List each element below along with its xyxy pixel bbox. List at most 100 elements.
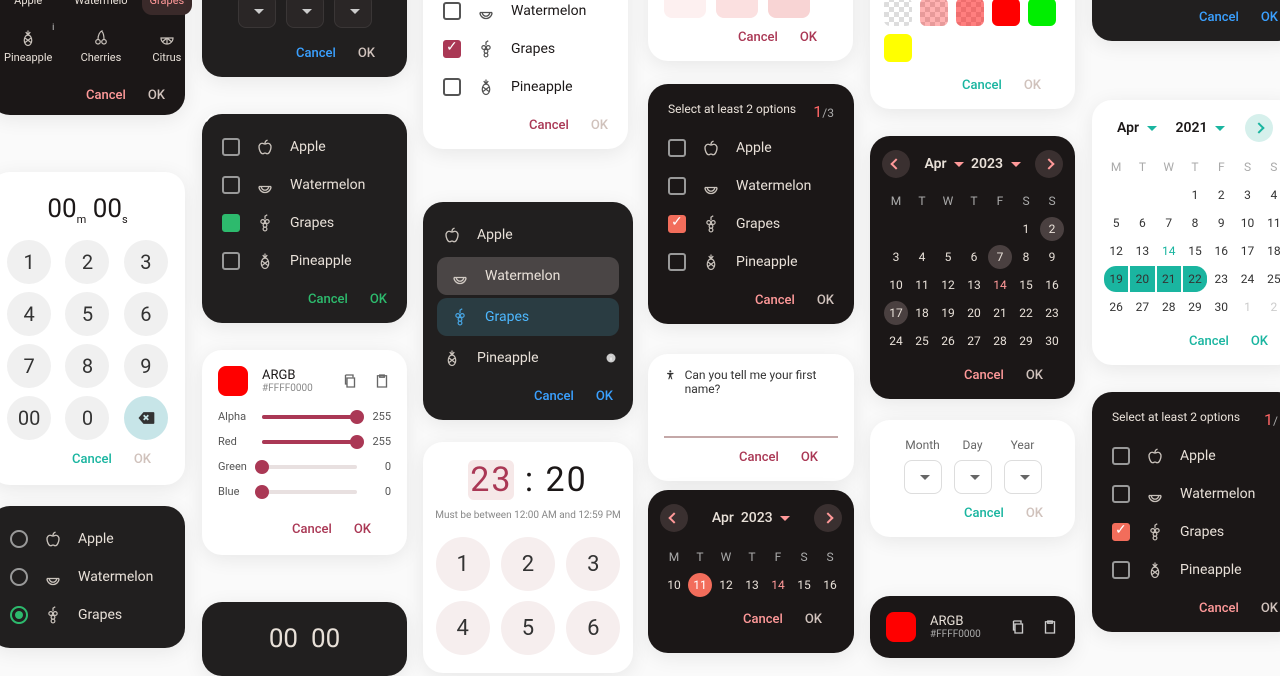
radio-watermelon[interactable]: Watermelon bbox=[0, 558, 185, 596]
prev-month[interactable] bbox=[660, 504, 688, 532]
item-grapes[interactable]: Grapes bbox=[437, 298, 619, 336]
radio-grapes[interactable]: Grapes bbox=[0, 596, 185, 634]
ok-button[interactable]: OK bbox=[370, 292, 387, 307]
day-select[interactable] bbox=[954, 460, 992, 494]
chk-grapes[interactable]: Grapes bbox=[1092, 513, 1280, 551]
cancel-button[interactable]: Cancel bbox=[739, 450, 779, 465]
ok-button[interactable]: OK bbox=[817, 293, 834, 308]
ok-button[interactable]: OK bbox=[354, 522, 371, 537]
cancel-button[interactable]: Cancel bbox=[962, 78, 1002, 93]
year-select[interactable] bbox=[1004, 460, 1042, 494]
cancel-button[interactable]: Cancel bbox=[308, 292, 348, 307]
swatch[interactable] bbox=[664, 0, 706, 18]
chk-apple[interactable]: Apple bbox=[202, 128, 407, 166]
cancel-button[interactable]: Cancel bbox=[738, 30, 778, 45]
fruit-watermelon[interactable]: Watermelo bbox=[66, 0, 135, 15]
ok-button[interactable]: OK bbox=[591, 118, 608, 133]
chk-apple[interactable]: Apple bbox=[648, 129, 854, 167]
paste-icon[interactable] bbox=[373, 372, 391, 390]
fruit-pineapple[interactable]: iPineapple bbox=[0, 21, 60, 72]
text-input[interactable] bbox=[664, 404, 838, 438]
item-watermelon[interactable]: Watermelon bbox=[437, 257, 619, 295]
key-3[interactable]: 3 bbox=[124, 240, 168, 284]
prev-month[interactable] bbox=[882, 150, 910, 178]
red-slider[interactable] bbox=[262, 440, 357, 444]
ok-button[interactable]: OK bbox=[358, 46, 375, 61]
cancel-button[interactable]: Cancel bbox=[296, 46, 336, 61]
ok-button[interactable]: OK bbox=[1261, 601, 1278, 616]
key-4[interactable]: 4 bbox=[7, 292, 51, 336]
year-select[interactable] bbox=[334, 0, 372, 28]
key-6[interactable]: 6 bbox=[124, 292, 168, 336]
swatch-green[interactable] bbox=[1028, 0, 1056, 26]
cancel-button[interactable]: Cancel bbox=[964, 368, 1004, 383]
chk-grapes[interactable]: Grapes bbox=[423, 30, 628, 68]
ok-button[interactable]: OK bbox=[1251, 334, 1268, 349]
month-select[interactable] bbox=[904, 460, 942, 494]
key-1[interactable]: 1 bbox=[7, 240, 51, 284]
ok-button[interactable]: OK bbox=[800, 30, 817, 45]
cancel-button[interactable]: Cancel bbox=[755, 293, 795, 308]
swatch-30[interactable] bbox=[920, 0, 948, 26]
swatch[interactable] bbox=[716, 0, 758, 18]
cancel-button[interactable]: Cancel bbox=[72, 452, 112, 467]
key-2[interactable]: 2 bbox=[501, 537, 555, 591]
chk-grapes[interactable]: Grapes bbox=[202, 204, 407, 242]
key-2[interactable]: 2 bbox=[65, 240, 109, 284]
fruit-grapes[interactable]: Grapes bbox=[142, 0, 193, 15]
swatch-yellow[interactable] bbox=[884, 34, 912, 62]
day-select[interactable] bbox=[286, 0, 324, 28]
key-00[interactable]: 00 bbox=[7, 396, 51, 440]
swatch-red[interactable] bbox=[992, 0, 1020, 26]
chk-watermelon[interactable]: Watermelon bbox=[648, 167, 854, 205]
swatch[interactable] bbox=[768, 0, 810, 18]
ok-button[interactable]: OK bbox=[596, 389, 613, 404]
cancel-button[interactable]: Cancel bbox=[1199, 601, 1239, 616]
item-pineapple[interactable]: Pineapple bbox=[423, 339, 633, 377]
fruit-citrus[interactable]: Citrus bbox=[142, 21, 193, 72]
next-month[interactable] bbox=[1035, 150, 1063, 178]
key-1[interactable]: 1 bbox=[436, 537, 490, 591]
paste-icon[interactable] bbox=[1041, 618, 1059, 636]
month-select[interactable] bbox=[238, 0, 276, 28]
key-0[interactable]: 0 bbox=[65, 396, 109, 440]
chk-apple[interactable]: Apple bbox=[1092, 437, 1280, 475]
month-year[interactable]: Apr 2023 bbox=[712, 510, 790, 526]
copy-icon[interactable] bbox=[1009, 618, 1027, 636]
green-slider[interactable] bbox=[262, 465, 357, 469]
next-month[interactable] bbox=[814, 504, 842, 532]
cancel-button[interactable]: Cancel bbox=[1199, 10, 1239, 25]
key-3[interactable]: 3 bbox=[566, 537, 620, 591]
info-icon[interactable] bbox=[605, 352, 617, 364]
chk-pineapple[interactable]: Pineapple bbox=[648, 243, 854, 281]
ok-button[interactable]: OK bbox=[148, 88, 165, 103]
chk-watermelon[interactable]: Watermelon bbox=[1092, 475, 1280, 513]
key-8[interactable]: 8 bbox=[65, 344, 109, 388]
swatch-50[interactable] bbox=[956, 0, 984, 26]
month-year[interactable]: Apr 2023 bbox=[924, 156, 1020, 172]
key-9[interactable]: 9 bbox=[124, 344, 168, 388]
swatch-10[interactable] bbox=[884, 0, 912, 26]
cancel-button[interactable]: Cancel bbox=[743, 612, 783, 627]
chk-grapes[interactable]: Grapes bbox=[648, 205, 854, 243]
cancel-button[interactable]: Cancel bbox=[534, 389, 574, 404]
blue-slider[interactable] bbox=[262, 490, 357, 494]
key-4[interactable]: 4 bbox=[436, 601, 490, 655]
alpha-slider[interactable] bbox=[262, 415, 357, 419]
cancel-button[interactable]: Cancel bbox=[292, 522, 332, 537]
cancel-button[interactable]: Cancel bbox=[964, 506, 1004, 521]
month-select[interactable]: Apr bbox=[1117, 120, 1157, 136]
cancel-button[interactable]: Cancel bbox=[1189, 334, 1229, 349]
cancel-button[interactable]: Cancel bbox=[86, 88, 126, 103]
ok-button[interactable]: OK bbox=[1261, 10, 1278, 25]
key-7[interactable]: 7 bbox=[7, 344, 51, 388]
key-backspace[interactable] bbox=[124, 396, 168, 440]
chk-pineapple[interactable]: Pineapple bbox=[1092, 551, 1280, 589]
ok-button[interactable]: OK bbox=[801, 450, 818, 465]
ok-button[interactable]: OK bbox=[1026, 368, 1043, 383]
ok-button[interactable]: OK bbox=[805, 612, 822, 627]
chk-pineapple[interactable]: Pineapple bbox=[423, 68, 628, 106]
copy-icon[interactable] bbox=[341, 372, 359, 390]
radio-apple[interactable]: Apple bbox=[0, 520, 185, 558]
chk-pineapple[interactable]: Pineapple bbox=[202, 242, 407, 280]
